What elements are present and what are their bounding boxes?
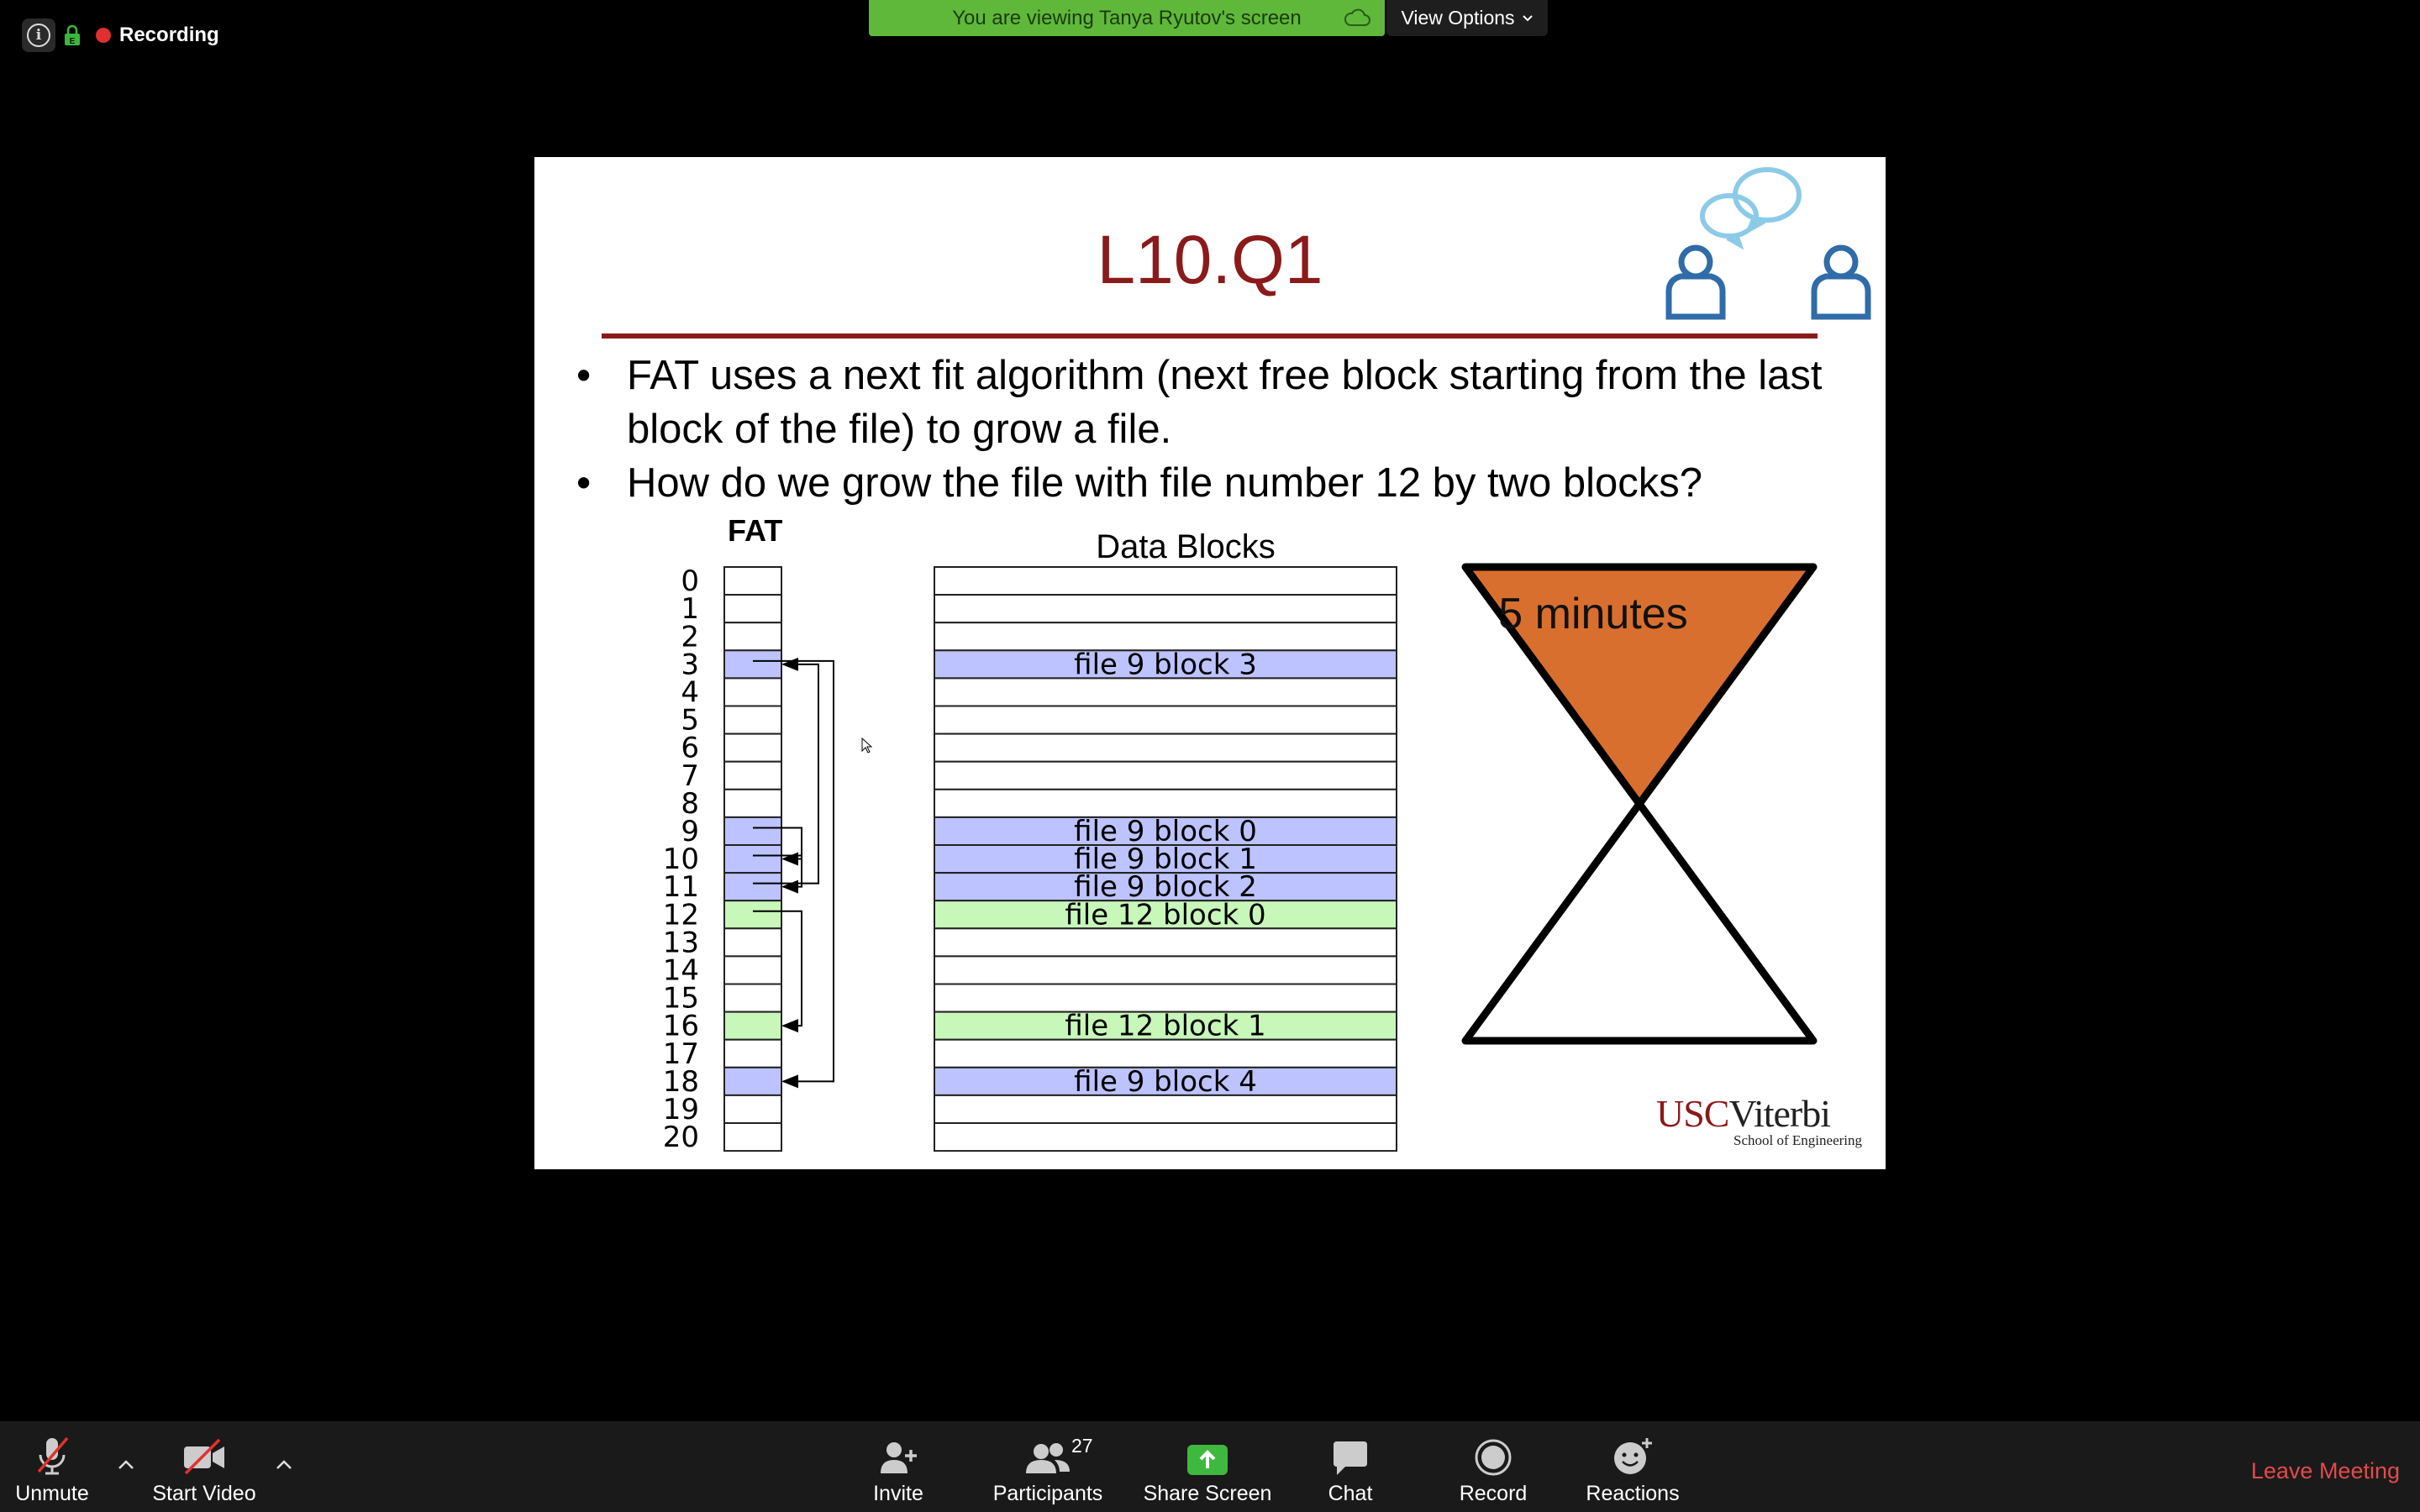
recording-dot-icon [96,28,111,43]
start-video-button[interactable]: Start Video [129,1433,280,1506]
share-screen-icon [1187,1445,1228,1475]
leave-meeting-button[interactable]: Leave Meeting [2251,1458,2400,1484]
meeting-toolbar: Unmute Start Video Invite 27 Participant… [0,1421,2420,1512]
svg-text:E: E [70,37,76,46]
chevron-down-icon [1522,14,1533,21]
encryption-lock-icon[interactable]: E [64,24,81,46]
cloud-icon[interactable] [1343,7,1371,29]
record-button[interactable]: Record [1418,1433,1569,1506]
screen-share-banner: You are viewing Tanya Ryutov's screen [869,0,1385,36]
video-options-chevron-icon[interactable] [274,1458,294,1472]
share-screen-label: Share Screen [1143,1482,1272,1505]
video-camera-off-icon [184,1438,224,1475]
share-screen-button[interactable]: Share Screen [1132,1433,1283,1506]
share-banner-text: You are viewing Tanya Ryutov's screen [952,6,1302,29]
usc-viterbi-logo: USCViterbi School of Engineering [1656,1091,1862,1149]
participants-label: Participants [992,1482,1103,1505]
timer-label: 5 minutes [1498,590,1688,638]
logo-usc: USC [1656,1092,1729,1135]
hourglass-bottom [1461,800,1818,1045]
unmute-button[interactable]: Unmute [0,1433,128,1506]
logo-viterbi: Viterbi [1728,1092,1831,1135]
shared-slide: L10.Q1 • FAT uses a next fit algorithm (… [534,157,1886,1169]
info-icon: i [27,24,50,47]
participants-count: 27 [1071,1435,1093,1457]
record-icon [1475,1439,1512,1476]
recording-label: Recording [119,24,219,46]
hourglass-timer [1461,563,1818,1045]
chat-bubble-icon [1334,1441,1367,1475]
invite-button[interactable]: Invite [823,1433,974,1506]
start-video-label: Start Video [152,1482,256,1505]
reactions-button[interactable]: Reactions [1557,1433,1708,1506]
reactions-label: Reactions [1586,1482,1680,1505]
chat-label: Chat [1328,1482,1373,1505]
microphone-muted-icon [37,1436,69,1475]
view-options-button[interactable]: View Options [1386,0,1548,36]
info-button[interactable]: i [22,18,55,52]
participants-button[interactable]: 27 Participants [972,1433,1123,1506]
add-person-icon [881,1442,917,1473]
record-label: Record [1459,1482,1528,1505]
view-options-label: View Options [1401,7,1515,29]
meeting-status: i E Recording [22,18,219,52]
invite-label: Invite [873,1482,923,1505]
smiley-add-icon [1614,1438,1652,1474]
participants-icon [1026,1443,1070,1473]
unmute-label: Unmute [15,1482,89,1505]
mouse-cursor-icon [861,738,873,753]
chat-button[interactable]: Chat [1275,1433,1426,1506]
